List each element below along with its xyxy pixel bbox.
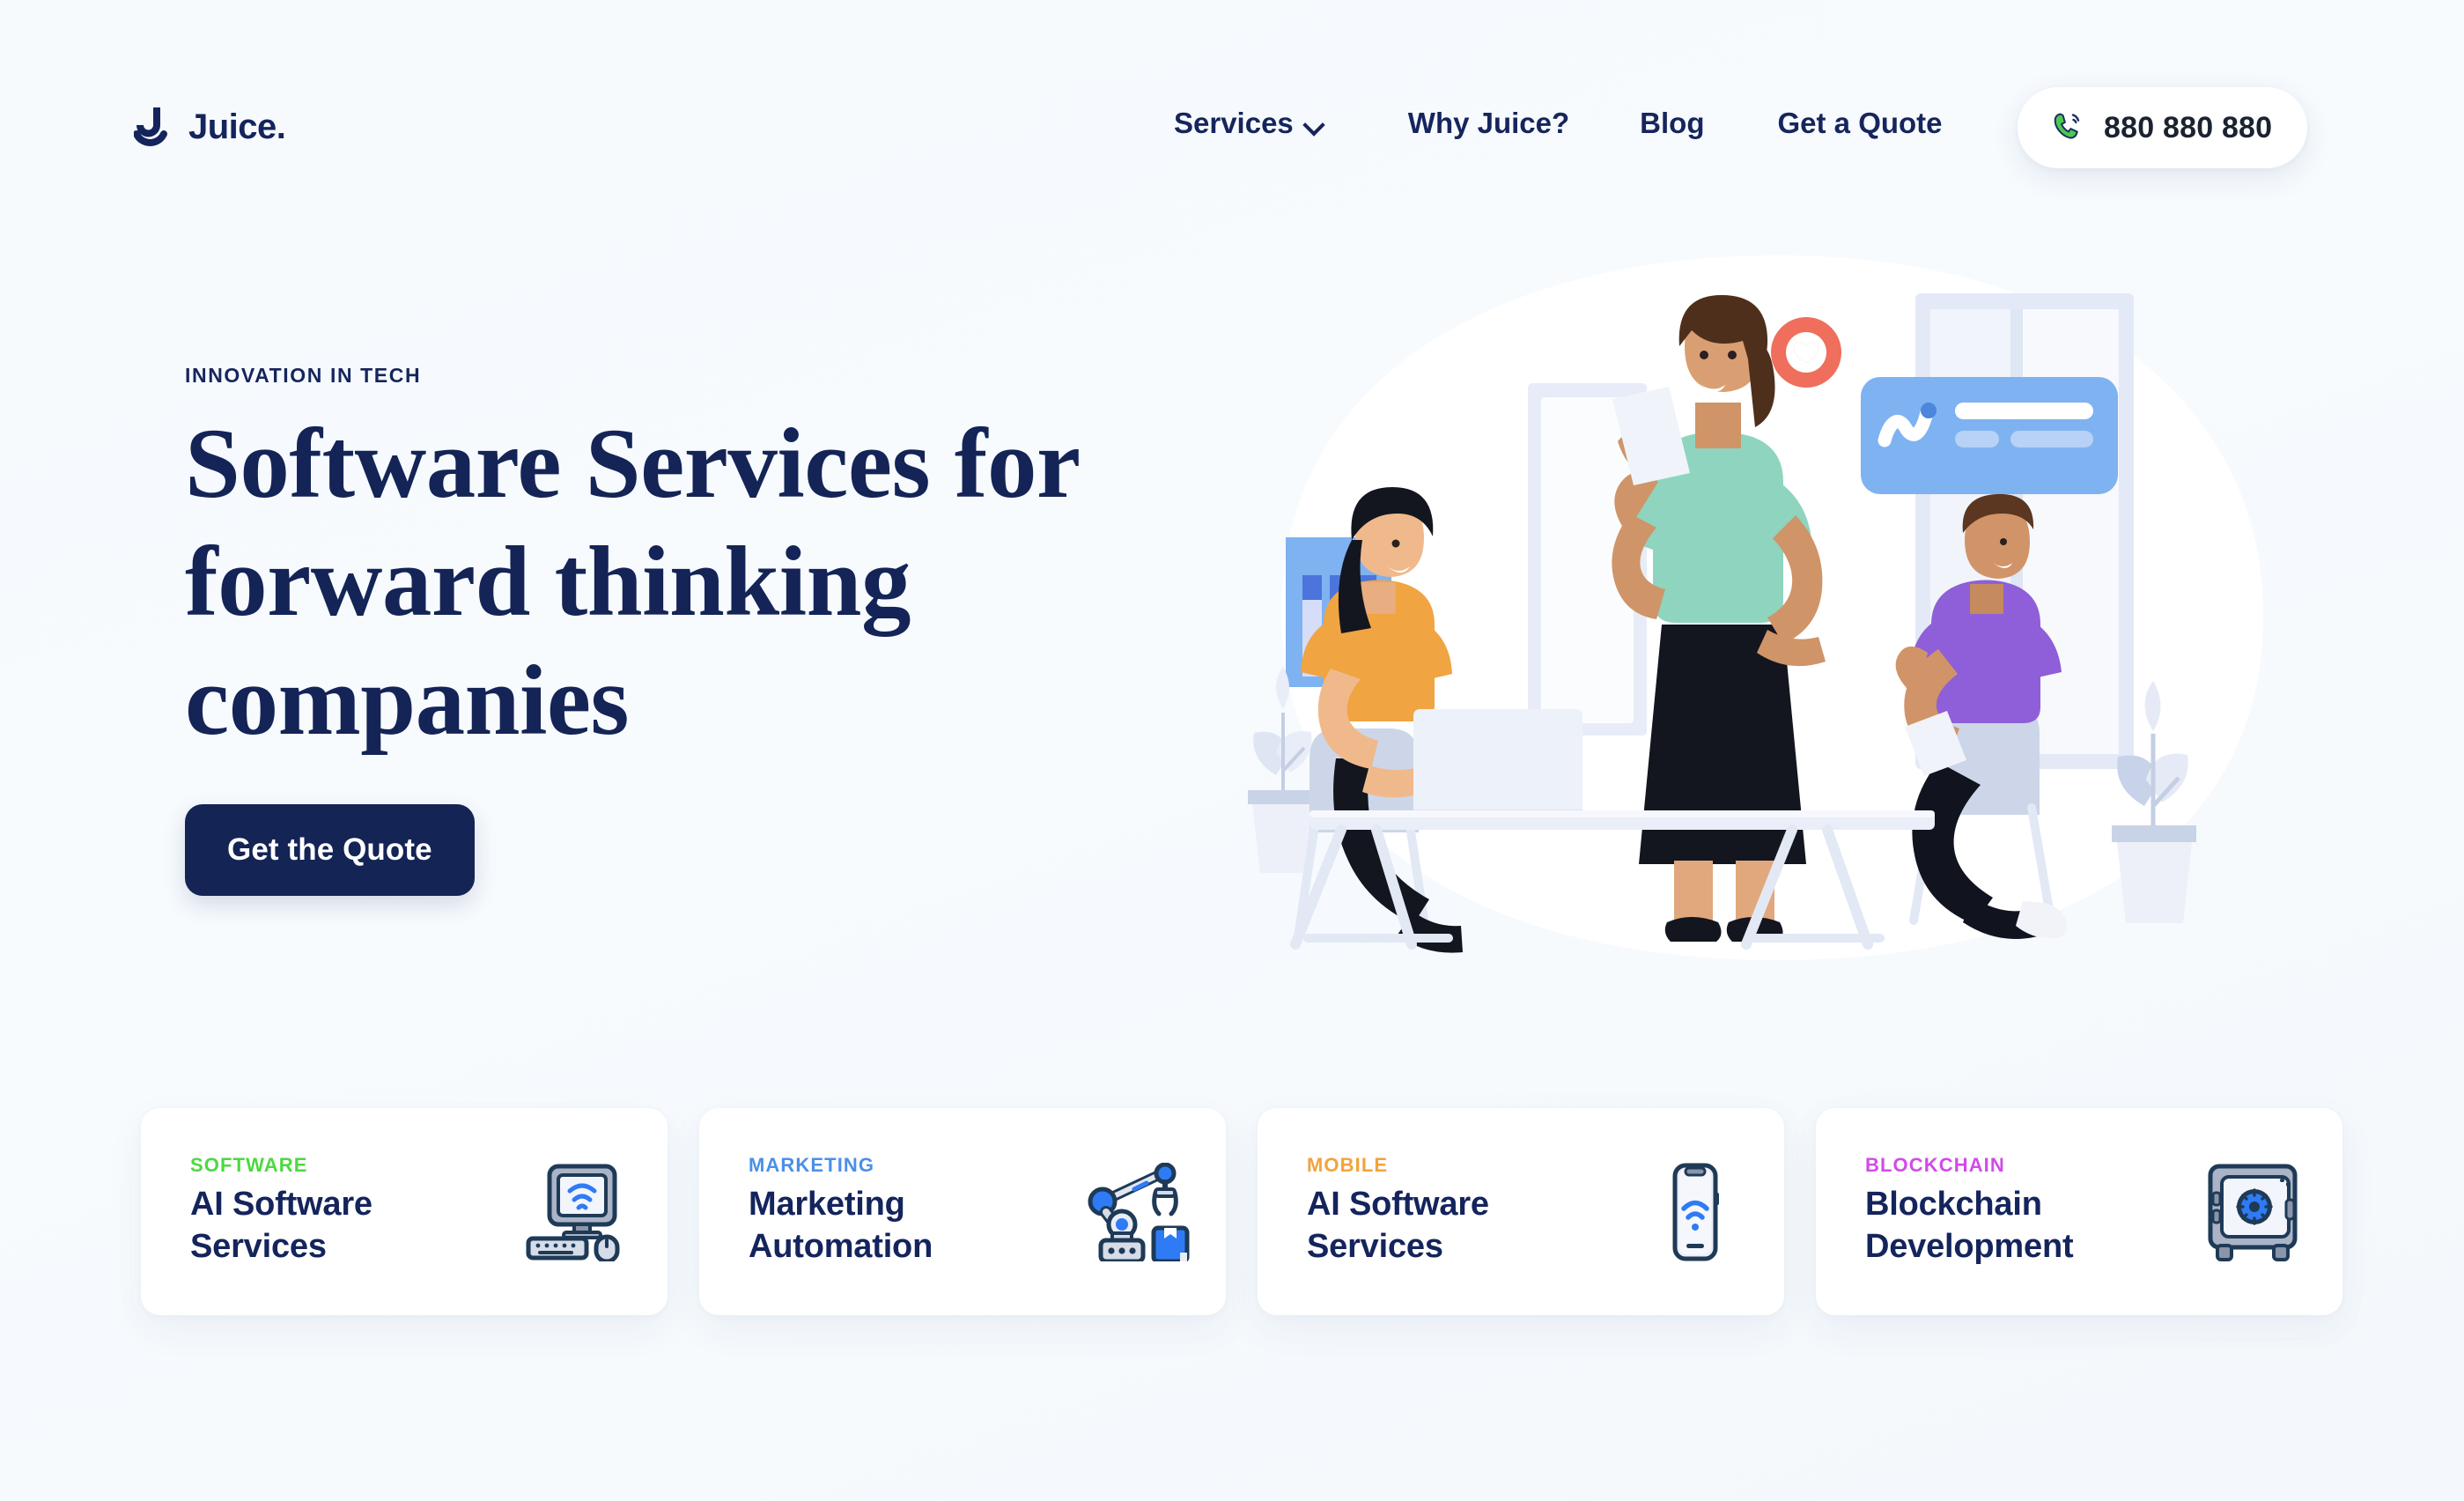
nav-links: Services Why Juice? Blog Get a Quote <box>1174 107 1943 139</box>
service-card-text: MARKETING Marketing Automation <box>749 1156 1022 1268</box>
service-card-tag: SOFTWARE <box>190 1154 308 1176</box>
smartphone-wifi-icon <box>1636 1159 1752 1265</box>
service-card-marketing[interactable]: MARKETING Marketing Automation <box>699 1108 1226 1315</box>
nav-item-get-a-quote[interactable]: Get a Quote <box>1778 107 1943 139</box>
nav-item-services[interactable]: Services <box>1174 107 1323 139</box>
brand-logo[interactable]: Juice. <box>133 100 286 153</box>
top-navigation-bar: Juice. Services Why Juice? Blog Get a Qu… <box>0 0 2464 168</box>
analytics-chat-card-icon <box>1861 377 2118 494</box>
page-title: Software Services for forward thinking c… <box>185 409 1079 756</box>
service-card-title: AI Software Services <box>190 1186 373 1265</box>
nav-item-services-label: Services <box>1174 107 1294 139</box>
hero-eyebrow: INNOVATION IN TECH <box>185 364 422 387</box>
service-card-tag: BLOCKCHAIN <box>1865 1154 2005 1176</box>
desktop-computer-wifi-icon <box>520 1159 636 1265</box>
juice-j-smile-logo-icon <box>133 106 174 148</box>
service-card-mobile[interactable]: MOBILE AI Software Services <box>1258 1108 1784 1315</box>
nav-item-why-juice[interactable]: Why Juice? <box>1408 107 1569 139</box>
chevron-down-icon <box>1305 117 1323 135</box>
service-card-title: Marketing Automation <box>749 1186 933 1265</box>
laptop-icon <box>1405 709 1591 820</box>
hero-text-block: INNOVATION IN TECH Software Services for… <box>185 364 1171 897</box>
nav-item-blog[interactable]: Blog <box>1640 107 1704 139</box>
service-card-title: AI Software Services <box>1307 1186 1489 1265</box>
service-card-tag: MOBILE <box>1307 1154 1389 1176</box>
safe-vault-icon <box>2195 1159 2311 1265</box>
brand-name-text: Juice. <box>188 107 286 146</box>
service-card-text: BLOCKCHAIN Blockchain Development <box>1865 1156 2138 1268</box>
service-cards-row: SOFTWARE AI Software Services MARKETING … <box>141 1108 2342 1315</box>
service-card-blockchain[interactable]: BLOCKCHAIN Blockchain Development <box>1816 1108 2342 1315</box>
service-card-text: SOFTWARE AI Software Services <box>190 1156 463 1268</box>
phone-number-button[interactable]: 880 880 880 <box>2018 87 2308 168</box>
service-card-title: Blockchain Development <box>1865 1186 2074 1265</box>
service-card-software[interactable]: SOFTWARE AI Software Services <box>141 1108 668 1315</box>
phone-call-icon <box>2049 108 2084 148</box>
landing-page: Juice. Services Why Juice? Blog Get a Qu… <box>0 0 2464 1501</box>
get-the-quote-button[interactable]: Get the Quote <box>185 804 475 897</box>
robot-arm-icon <box>1078 1159 1194 1265</box>
heart-badge-icon <box>1771 317 1841 388</box>
phone-number-text: 880 880 880 <box>2104 111 2273 144</box>
team-meeting-illustration <box>1228 233 2285 973</box>
service-card-text: MOBILE AI Software Services <box>1307 1156 1580 1268</box>
service-card-tag: MARKETING <box>749 1154 875 1176</box>
